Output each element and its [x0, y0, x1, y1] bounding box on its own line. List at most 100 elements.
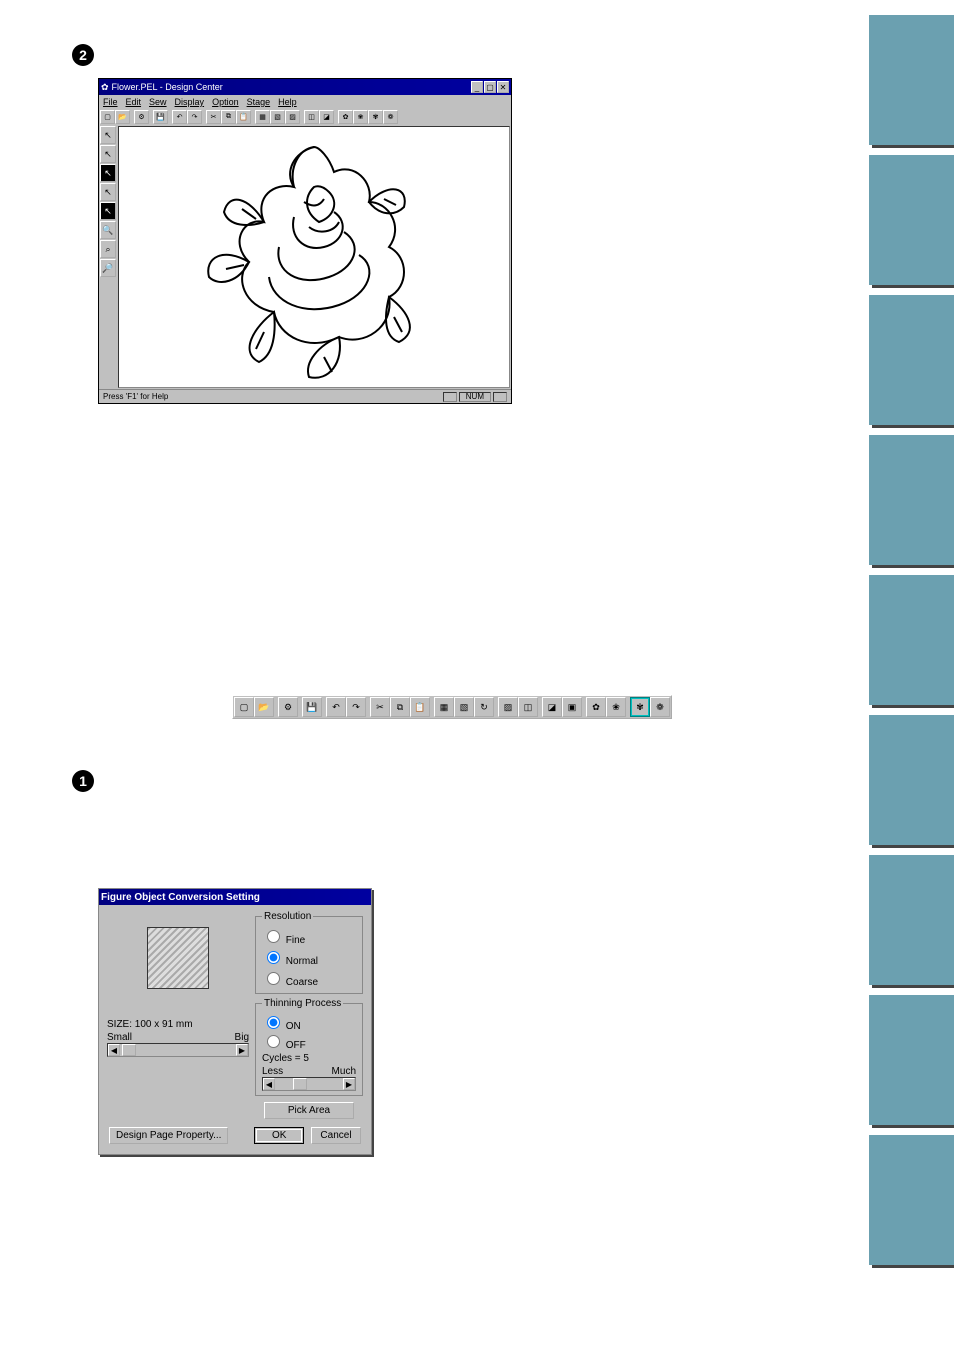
side-tab[interactable] [869, 1135, 954, 1265]
radio-coarse[interactable]: Coarse [262, 969, 356, 988]
toolbar-redo-icon[interactable]: ↷ [187, 110, 202, 124]
toolbar2-btn[interactable]: ▦ [434, 697, 454, 717]
side-tool-4-icon[interactable]: ↖ [100, 183, 116, 201]
size-max-label: Big [235, 1032, 249, 1043]
toolbar-btn[interactable]: ▦ [255, 110, 270, 124]
cycles-thumb[interactable] [293, 1078, 307, 1090]
toolbar2-copy-icon[interactable]: ⧉ [390, 697, 410, 717]
close-button[interactable]: ✕ [497, 81, 509, 93]
toolbar2-cut-icon[interactable]: ✂ [370, 697, 390, 717]
figure-object-conversion-dialog: Figure Object Conversion Setting SIZE: 1… [98, 888, 372, 1155]
toolbar-standalone: ▢ 📂 ⚙ 💾 ↶ ↷ ✂ ⧉ 📋 ▦ ▧ ↻ ▨ ◫ ◪ ▣ ✿ ❀ ✾ ❁ [232, 695, 672, 719]
preview-box [147, 927, 209, 989]
toolbar-new-icon[interactable]: ▢ [100, 110, 115, 124]
pick-area-button[interactable]: Pick Area [264, 1102, 354, 1119]
radio-off[interactable]: OFF [262, 1032, 306, 1051]
size-right-arrow-icon[interactable]: ▶ [236, 1044, 248, 1056]
toolbar-copy-icon[interactable]: ⧉ [221, 110, 236, 124]
status-pane [493, 392, 507, 402]
side-toolbar: ↖ ↖ ↖ ↖ ↖ 🔍 ⌕ 🔎 [99, 125, 117, 389]
size-slider[interactable]: ◀ ▶ [107, 1043, 249, 1057]
side-tab[interactable] [869, 15, 954, 145]
toolbar2-redo-icon[interactable]: ↷ [346, 697, 366, 717]
toolbar2-btn[interactable]: ▨ [498, 697, 518, 717]
menu-stage[interactable]: Stage [247, 97, 271, 107]
side-tab[interactable] [869, 155, 954, 285]
zoom-in-icon[interactable]: 🔍 [100, 221, 116, 239]
toolbar-open-icon[interactable]: 📂 [115, 110, 130, 124]
step-number-2: 2 [72, 44, 94, 66]
menu-sew[interactable]: Sew [149, 97, 167, 107]
thinning-legend: Thinning Process [262, 998, 343, 1009]
maximize-button[interactable]: ▢ [484, 81, 496, 93]
toolbar2-save-icon[interactable]: 💾 [302, 697, 322, 717]
toolbar2-undo-icon[interactable]: ↶ [326, 697, 346, 717]
side-tab[interactable] [869, 295, 954, 425]
toolbar-btn[interactable]: ▨ [285, 110, 300, 124]
toolbar2-new-icon[interactable]: ▢ [234, 697, 254, 717]
cancel-button[interactable]: Cancel [311, 1127, 361, 1144]
side-tool-3-icon[interactable]: ↖ [100, 164, 116, 182]
zoom-out-icon[interactable]: 🔎 [100, 259, 116, 277]
toolbar-btn[interactable]: ✾ [368, 110, 383, 124]
radio-fine[interactable]: Fine [262, 927, 356, 946]
menu-option[interactable]: Option [212, 97, 239, 107]
toolbar2-btn[interactable]: ◪ [542, 697, 562, 717]
radio-normal[interactable]: Normal [262, 948, 356, 967]
size-left-arrow-icon[interactable]: ◀ [108, 1044, 120, 1056]
step-number-1: 1 [72, 770, 94, 792]
toolbar2-btn[interactable]: ↻ [474, 697, 494, 717]
toolbar2-btn[interactable]: ▣ [562, 697, 582, 717]
side-tab[interactable] [869, 715, 954, 845]
toolbar2-btn[interactable]: ❀ [606, 697, 626, 717]
toolbar2-btn[interactable]: ✿ [586, 697, 606, 717]
toolbar-btn[interactable]: ✿ [338, 110, 353, 124]
resolution-group: Resolution Fine Normal Coarse [255, 911, 363, 994]
toolbar-undo-icon[interactable]: ↶ [172, 110, 187, 124]
toolbar2-btn[interactable]: ❁ [650, 697, 670, 717]
toolbar-save-icon[interactable]: 💾 [153, 110, 168, 124]
side-tool-5-icon[interactable]: ↖ [100, 202, 116, 220]
side-tool-1-icon[interactable]: ↖ [100, 126, 116, 144]
menu-help[interactable]: Help [278, 97, 297, 107]
thinning-group: Thinning Process ON OFF Cycles = 5 Less … [255, 998, 363, 1096]
radio-on[interactable]: ON [262, 1013, 301, 1032]
dialog-titlebar: Figure Object Conversion Setting [99, 889, 371, 905]
side-tabs [869, 15, 954, 1265]
minimize-button[interactable]: _ [471, 81, 483, 93]
canvas[interactable] [118, 126, 510, 388]
toolbar2-open-icon[interactable]: 📂 [254, 697, 274, 717]
size-min-label: Small [107, 1032, 132, 1043]
menu-display[interactable]: Display [175, 97, 205, 107]
toolbar-btn[interactable]: ❁ [383, 110, 398, 124]
rose-image [194, 127, 434, 387]
ok-button[interactable]: OK [254, 1127, 304, 1144]
toolbar2-selected-icon[interactable]: ✾ [630, 697, 650, 717]
toolbar-cut-icon[interactable]: ✂ [206, 110, 221, 124]
toolbar-net-icon[interactable]: ⚙ [134, 110, 149, 124]
toolbar2-btn[interactable]: ▧ [454, 697, 474, 717]
toolbar2-btn[interactable]: ◫ [518, 697, 538, 717]
zoom-fit-icon[interactable]: ⌕ [100, 240, 116, 258]
menu-edit[interactable]: Edit [126, 97, 142, 107]
toolbar-btn[interactable]: ◫ [304, 110, 319, 124]
toolbar-btn[interactable]: ❀ [353, 110, 368, 124]
design-page-property-button[interactable]: Design Page Property... [109, 1127, 228, 1144]
cycles-right-arrow-icon[interactable]: ▶ [343, 1078, 355, 1090]
cycles-left-arrow-icon[interactable]: ◀ [263, 1078, 275, 1090]
toolbar-btn[interactable]: ◪ [319, 110, 334, 124]
side-tab[interactable] [869, 435, 954, 565]
size-label: SIZE: 100 x 91 mm [107, 1019, 249, 1030]
side-tool-2-icon[interactable]: ↖ [100, 145, 116, 163]
cycles-slider[interactable]: ◀ ▶ [262, 1077, 356, 1091]
toolbar2-paste-icon[interactable]: 📋 [410, 697, 430, 717]
side-tab[interactable] [869, 575, 954, 705]
menubar: File Edit Sew Display Option Stage Help [99, 95, 511, 109]
side-tab[interactable] [869, 995, 954, 1125]
toolbar-btn[interactable]: ▧ [270, 110, 285, 124]
toolbar2-net-icon[interactable]: ⚙ [278, 697, 298, 717]
toolbar-paste-icon[interactable]: 📋 [236, 110, 251, 124]
menu-file[interactable]: File [103, 97, 118, 107]
side-tab[interactable] [869, 855, 954, 985]
size-thumb[interactable] [122, 1044, 136, 1056]
